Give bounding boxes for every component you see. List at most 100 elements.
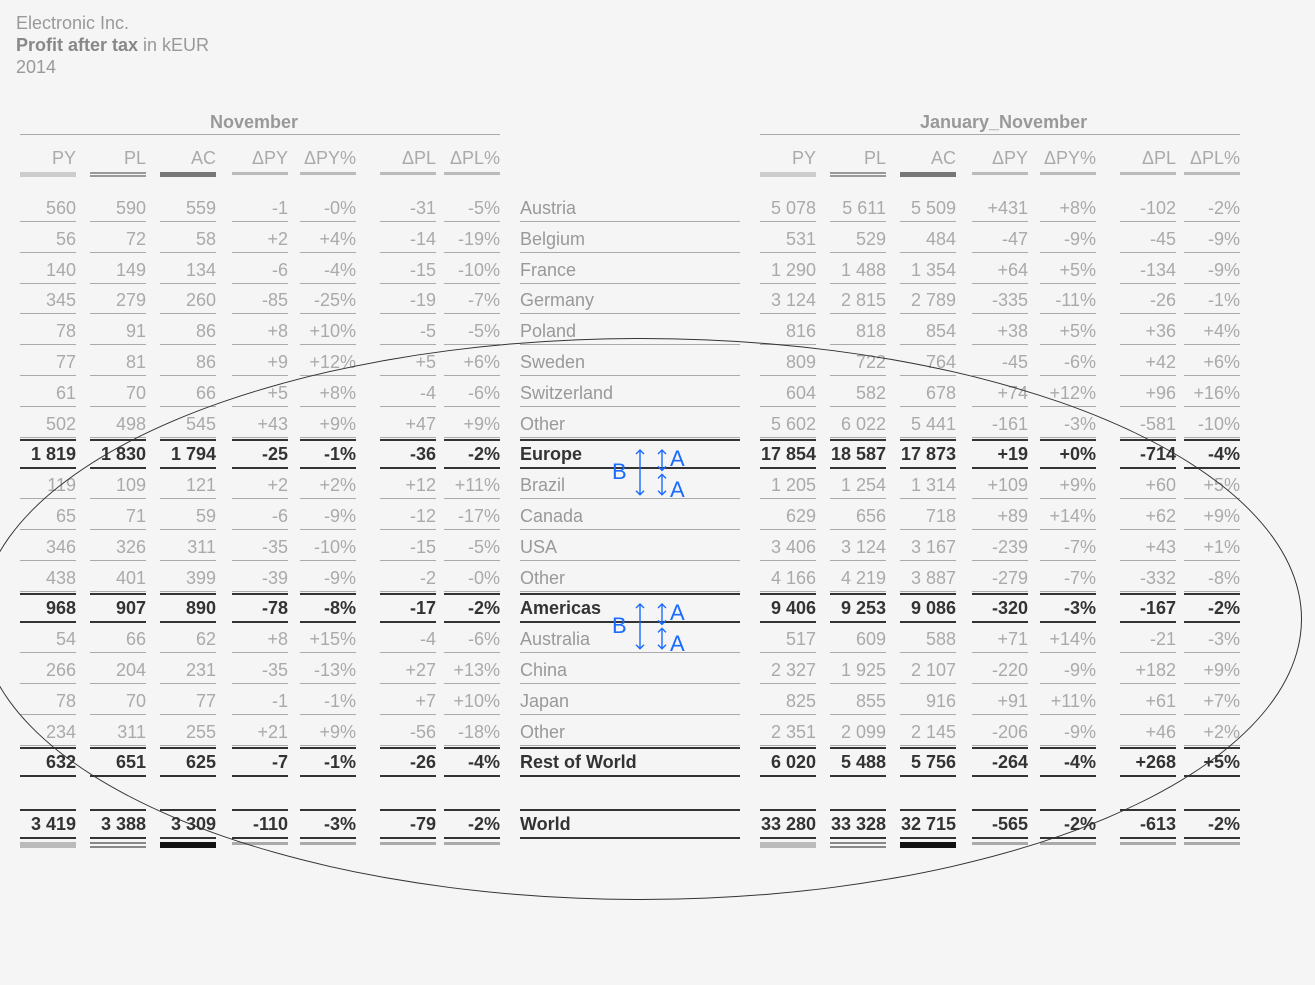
label-rule xyxy=(520,560,740,561)
cell-rule-top xyxy=(160,593,216,595)
cell-rule xyxy=(1184,283,1240,284)
cell-rule xyxy=(232,775,288,777)
cell-rule xyxy=(972,252,1028,253)
col-header-PY: ΔPY xyxy=(972,148,1028,169)
cell: 345 xyxy=(20,290,76,311)
cell: +74 xyxy=(972,383,1028,404)
cell: -15 xyxy=(380,260,436,281)
cell-rule xyxy=(20,283,76,284)
col-header-PY: PY xyxy=(760,148,816,169)
cell: -9% xyxy=(1040,660,1096,681)
cell: +9% xyxy=(1040,475,1096,496)
cell-rule-top xyxy=(160,439,216,441)
cell: -3% xyxy=(1040,598,1096,619)
cell-rule xyxy=(1040,283,1096,284)
cell-rule xyxy=(232,221,288,222)
cell-rule xyxy=(20,837,76,839)
cell: 6 020 xyxy=(760,752,816,773)
cell: +4% xyxy=(300,229,356,250)
cell-rule xyxy=(160,683,216,684)
cell: -6% xyxy=(1040,352,1096,373)
cell-rule xyxy=(444,745,500,746)
cell-rule xyxy=(900,621,956,623)
cell: -2% xyxy=(444,814,500,835)
cell: 4 166 xyxy=(760,568,816,589)
cell-rule xyxy=(160,652,216,653)
cell-rule xyxy=(1120,837,1176,839)
cell: +16% xyxy=(1184,383,1240,404)
cell-rule xyxy=(760,252,816,253)
cell: -206 xyxy=(972,722,1028,743)
cell: +268 xyxy=(1120,752,1176,773)
cell-rule xyxy=(232,652,288,653)
cell: -2% xyxy=(1184,198,1240,219)
cell: 629 xyxy=(760,506,816,527)
label-rule xyxy=(520,406,740,407)
cell-rule xyxy=(300,683,356,684)
cell: -0% xyxy=(300,198,356,219)
cell-rule xyxy=(900,837,956,839)
cell-rule xyxy=(972,683,1028,684)
cell-rule xyxy=(830,221,886,222)
cell: 3 388 xyxy=(90,814,146,835)
cell: 3 124 xyxy=(760,290,816,311)
cell: -8% xyxy=(1184,568,1240,589)
cell-rule xyxy=(1040,252,1096,253)
cell: -4% xyxy=(444,752,500,773)
cell-rule-top xyxy=(760,593,816,595)
cell-rule-top xyxy=(444,747,500,749)
cell-rule xyxy=(900,652,956,653)
cell: 18 587 xyxy=(830,444,886,465)
cell-rule xyxy=(444,437,500,438)
cell-rule xyxy=(20,344,76,345)
row-label: Germany xyxy=(520,290,594,311)
cell-rule xyxy=(900,498,956,499)
cell-rule xyxy=(1120,498,1176,499)
cell: 33 280 xyxy=(760,814,816,835)
cell: +13% xyxy=(444,660,500,681)
cell: +9% xyxy=(1184,660,1240,681)
cell-rule xyxy=(300,313,356,314)
cell-rule xyxy=(160,560,216,561)
cell: -6 xyxy=(232,506,288,527)
cell: -10% xyxy=(300,537,356,558)
grand-rule xyxy=(1184,842,1240,845)
col-rule xyxy=(380,172,436,175)
cell-rule xyxy=(300,745,356,746)
cell-rule xyxy=(972,437,1028,438)
label-rule xyxy=(520,745,740,746)
cell: -9% xyxy=(300,568,356,589)
cell-rule xyxy=(300,560,356,561)
cell-rule xyxy=(760,591,816,592)
cell: -6 xyxy=(232,260,288,281)
cell: -35 xyxy=(232,537,288,558)
row-label: Canada xyxy=(520,506,583,527)
cell-rule xyxy=(900,406,956,407)
cell-rule xyxy=(1040,591,1096,592)
col-rule xyxy=(972,172,1028,175)
cell-rule xyxy=(900,745,956,746)
cell-rule xyxy=(972,621,1028,623)
cell: 855 xyxy=(830,691,886,712)
cell: +7% xyxy=(1184,691,1240,712)
cell: -7 xyxy=(232,752,288,773)
cell: +8% xyxy=(300,383,356,404)
cell-rule xyxy=(760,683,816,684)
cell-rule xyxy=(20,467,76,469)
cell-rule xyxy=(760,745,816,746)
cell: -8% xyxy=(300,598,356,619)
cell-rule-top xyxy=(830,747,886,749)
cell: 438 xyxy=(20,568,76,589)
cell-rule xyxy=(444,498,500,499)
cell-rule xyxy=(380,745,436,746)
cell-rule xyxy=(972,221,1028,222)
cell-rule-top xyxy=(1184,439,1240,441)
grand-rule xyxy=(160,842,216,848)
cell: +9% xyxy=(300,414,356,435)
label-rule xyxy=(520,375,740,376)
unit-label: in kEUR xyxy=(138,35,209,55)
cell: 2 145 xyxy=(900,722,956,743)
cell-rule xyxy=(760,621,816,623)
grand-rule-top xyxy=(444,809,500,811)
group-header-ytd: January_November xyxy=(920,112,1087,133)
